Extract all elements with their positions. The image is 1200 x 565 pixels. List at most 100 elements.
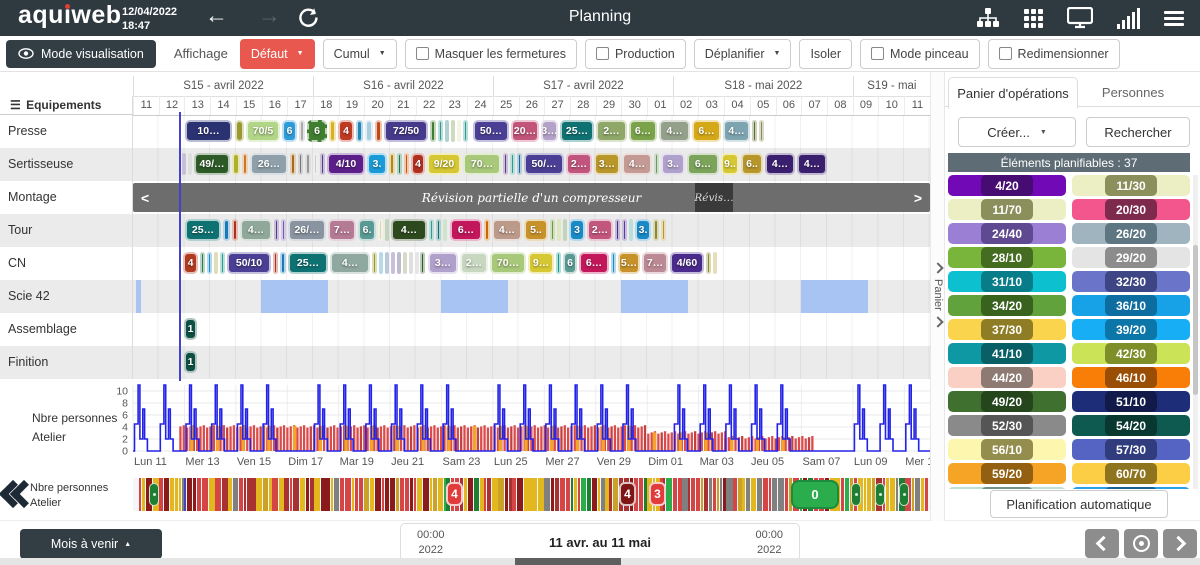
operation-bar[interactable]: 4 — [338, 120, 354, 142]
operation-bar[interactable]: 70… — [463, 153, 501, 175]
operation-chip-26-20[interactable]: 26/20 — [1072, 223, 1190, 244]
operation-bar[interactable] — [436, 219, 441, 241]
operation-bar[interactable]: 2… — [596, 120, 627, 142]
checkbox-icon[interactable] — [871, 47, 884, 60]
operation-bar[interactable] — [510, 153, 515, 175]
operation-bar[interactable] — [430, 120, 436, 142]
operation-bar[interactable] — [397, 153, 402, 175]
operation-bar[interactable]: 50… — [473, 120, 509, 142]
panier-side-toggle[interactable]: Panier — [930, 72, 945, 521]
operation-bar[interactable]: 25… — [560, 120, 594, 142]
operation-chip-32-30[interactable]: 32/30 — [1072, 271, 1190, 292]
operation-bar[interactable]: 9.. — [721, 153, 739, 175]
operation-bar[interactable]: 2… — [587, 219, 613, 241]
operation-bar[interactable] — [629, 219, 633, 241]
operation-bar[interactable] — [329, 120, 336, 142]
operation-bar[interactable]: 6.. — [741, 153, 763, 175]
operation-bar[interactable]: 20… — [511, 120, 539, 142]
operation-chip-44-20[interactable]: 44/20 — [948, 367, 1066, 388]
operation-bar[interactable] — [298, 153, 303, 175]
operation-bar[interactable] — [200, 252, 205, 274]
operation-bar[interactable]: 6 — [563, 252, 577, 274]
operation-bar[interactable] — [654, 153, 659, 175]
operation-chip-34-20[interactable]: 34/20 — [948, 295, 1066, 316]
operation-bar[interactable] — [752, 120, 757, 142]
operation-bar[interactable]: 9… — [528, 252, 554, 274]
operation-bar[interactable] — [759, 120, 764, 142]
next-period-button[interactable] — [1163, 529, 1197, 558]
operation-bar[interactable] — [299, 120, 305, 142]
operation-bar[interactable] — [404, 153, 409, 175]
operation-chip-54-20[interactable]: 54/20 — [1072, 415, 1190, 436]
operation-chip-56-10[interactable]: 56/10 — [948, 439, 1066, 460]
operation-bar[interactable] — [375, 120, 382, 142]
horizontal-scrollbar[interactable] — [0, 558, 1200, 565]
operation-bar[interactable] — [451, 120, 455, 142]
operation-bar[interactable]: 4… — [330, 252, 370, 274]
operation-bar[interactable] — [445, 120, 449, 142]
operation-bar[interactable] — [415, 252, 419, 274]
operation-bar[interactable]: 70… — [490, 252, 526, 274]
operation-bar[interactable] — [615, 219, 620, 241]
operation-bar[interactable]: 10… — [185, 120, 232, 142]
operation-bar[interactable]: 7… — [328, 219, 356, 241]
operation-bar[interactable]: 3. — [635, 219, 651, 241]
operation-chip-39-20[interactable]: 39/20 — [1072, 319, 1190, 340]
operation-bar[interactable]: 70/5 — [246, 120, 280, 142]
operation-bar[interactable]: 25… — [185, 219, 221, 241]
operation-bar[interactable] — [232, 153, 240, 175]
tab-panier-operations[interactable]: Panier d'opérations — [948, 77, 1078, 109]
operation-bar[interactable]: 4/10 — [327, 153, 365, 175]
scrollbar-thumb[interactable] — [1193, 245, 1198, 395]
operation-bar[interactable]: 4… — [765, 153, 795, 175]
maintenance-range-bar[interactable]: <Révision partielle d'un compresseur>Rév… — [133, 183, 930, 212]
operation-bar[interactable]: 72/50 — [384, 120, 428, 142]
operation-bar[interactable] — [556, 252, 561, 274]
operation-bar[interactable]: 50/10 — [227, 252, 271, 274]
operation-bar[interactable] — [273, 252, 278, 274]
production-toggle[interactable]: Production — [585, 39, 686, 69]
operation-bar[interactable] — [372, 252, 377, 274]
operation-bar[interactable] — [232, 219, 238, 241]
operation-bar[interactable] — [611, 252, 616, 274]
operation-bar[interactable] — [365, 120, 373, 142]
operation-bar[interactable]: 4… — [492, 219, 522, 241]
operation-bar[interactable]: 6. — [358, 219, 376, 241]
operation-chip-59-20[interactable]: 59/20 — [948, 463, 1066, 484]
tab-personnes[interactable]: Personnes — [1080, 77, 1186, 107]
operation-bar[interactable] — [409, 252, 413, 274]
operation-bar[interactable]: 4… — [240, 219, 272, 241]
operation-bar[interactable] — [214, 252, 218, 274]
operation-bar[interactable] — [207, 252, 212, 274]
menu-icon[interactable] — [1164, 8, 1184, 29]
operation-chip-11-70[interactable]: 11/70 — [948, 199, 1066, 220]
operation-bar[interactable]: 3… — [594, 153, 620, 175]
operation-bar[interactable] — [443, 219, 447, 241]
operation-chip-46-10[interactable]: 46/10 — [1072, 367, 1190, 388]
operation-chip-60-70[interactable]: 60/70 — [1072, 463, 1190, 484]
operation-bar[interactable]: 26/… — [288, 219, 326, 241]
checkbox-icon[interactable] — [999, 47, 1012, 60]
operation-bar[interactable] — [379, 252, 383, 274]
operation-bar[interactable] — [429, 219, 434, 241]
operation-bar[interactable] — [378, 219, 383, 241]
chip-list-scrollbar[interactable] — [1193, 175, 1198, 489]
grid-icon[interactable] — [1024, 9, 1043, 28]
operation-bar[interactable] — [397, 252, 401, 274]
operation-bar[interactable]: 6… — [450, 219, 482, 241]
cumul-dropdown[interactable]: Cumul▼ — [323, 39, 397, 69]
operation-chip-36-10[interactable]: 36/10 — [1072, 295, 1190, 316]
operation-bar[interactable]: 2… — [460, 252, 488, 274]
today-button[interactable] — [1124, 529, 1158, 558]
operation-bar[interactable] — [182, 153, 186, 175]
operation-chip-49-20[interactable]: 49/20 — [948, 391, 1066, 412]
operation-bar[interactable] — [313, 153, 318, 175]
operation-bar[interactable] — [438, 120, 443, 142]
operation-bar[interactable] — [356, 120, 363, 142]
operation-bar[interactable]: 7… — [642, 252, 668, 274]
operation-chip-62-20[interactable]: 62/20 — [948, 487, 1066, 489]
operation-bar[interactable] — [503, 153, 508, 175]
operation-bar[interactable] — [706, 252, 711, 274]
operation-bar[interactable] — [188, 153, 192, 175]
operation-bar[interactable]: 26… — [250, 153, 288, 175]
